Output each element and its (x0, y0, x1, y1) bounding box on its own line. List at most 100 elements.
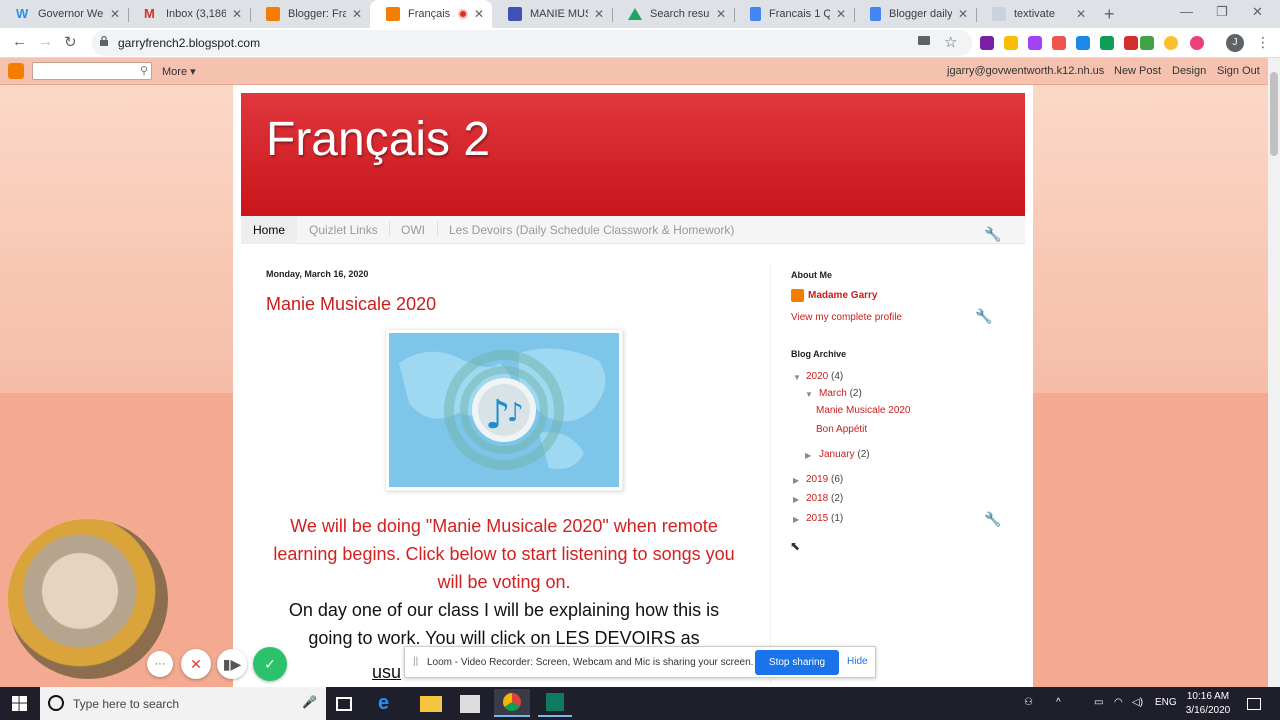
tab-4[interactable]: MANIE MUSICA ✕ (492, 0, 612, 28)
post-title[interactable]: Manie Musicale 2020 (266, 294, 436, 315)
edit-wrench-icon[interactable]: 🔧 (975, 308, 992, 325)
webcam-bubble[interactable] (8, 519, 168, 679)
blog-search-input[interactable]: ⚲ (32, 62, 152, 80)
tray-chevron-icon[interactable]: ^ (1056, 697, 1061, 708)
address-bar[interactable]: garryfrench2.blogspot.com ☆ (92, 30, 972, 56)
task-view-icon[interactable] (336, 697, 352, 711)
tab-5[interactable]: Search results - ✕ (612, 0, 734, 28)
loom-extension-icon[interactable] (1052, 36, 1066, 50)
volume-icon[interactable]: ◁) (1132, 697, 1143, 708)
extension-icon[interactable] (1028, 36, 1042, 50)
more-menu[interactable]: More ▾ (162, 65, 196, 78)
profile-avatar[interactable]: J (1226, 34, 1244, 52)
window-close-button[interactable]: ✕ (1252, 4, 1263, 20)
close-icon[interactable]: ✕ (474, 7, 484, 21)
search-icon[interactable]: ⚲ (140, 64, 148, 77)
archive-post-bon-appetit[interactable]: Bon Appétit (816, 424, 867, 435)
post-body-link[interactable]: usu (372, 662, 401, 683)
tab-1[interactable]: M Inbox (3,186) - ✕ (128, 0, 250, 28)
extension-icon[interactable] (1190, 36, 1204, 50)
blog-title[interactable]: Français 2 (266, 112, 490, 167)
wifi-icon[interactable]: ◠ (1114, 697, 1123, 708)
chrome-taskbar-icon[interactable] (494, 689, 530, 717)
scrollbar-thumb[interactable] (1270, 72, 1278, 156)
menu-icon[interactable]: ⋮ (1256, 34, 1270, 51)
tab-les-devoirs[interactable]: Les Devoirs (Daily Schedule Classwork & … (449, 223, 734, 237)
expand-triangle-icon[interactable]: ▶ (793, 515, 799, 524)
view-profile-link[interactable]: View my complete profile (791, 312, 902, 323)
tab-3-active[interactable]: Français 2 ✕ (370, 0, 492, 28)
expand-triangle-icon[interactable]: ▶ (805, 451, 811, 460)
notifications-icon[interactable] (1247, 698, 1261, 710)
close-icon[interactable]: ✕ (232, 7, 242, 21)
language-indicator[interactable]: ENG (1155, 697, 1177, 708)
loom-finish-button[interactable]: ✓ (253, 647, 287, 681)
system-clock[interactable]: 10:16 AM 3/16/2020 (1178, 690, 1238, 718)
collapse-triangle-icon[interactable]: ▼ (805, 390, 813, 399)
star-icon[interactable]: ☆ (944, 33, 957, 51)
design-link[interactable]: Design (1172, 65, 1206, 77)
new-tab-button[interactable]: + (1104, 4, 1115, 25)
people-icon[interactable]: ⚇ (1024, 697, 1033, 708)
stop-sharing-button[interactable]: Stop sharing (755, 650, 839, 675)
archive-march[interactable]: March (2) (819, 388, 862, 399)
forward-button[interactable]: → (38, 33, 53, 50)
blogger-logo-icon[interactable] (8, 63, 24, 79)
extension-icon[interactable] (1124, 36, 1138, 50)
collapse-triangle-icon[interactable]: ▼ (793, 373, 801, 382)
tab-6[interactable]: Francais 1 Qu'e ✕ (734, 0, 854, 28)
archive-2015[interactable]: 2015 (1) (806, 513, 843, 524)
close-icon[interactable]: ✕ (352, 7, 362, 21)
edge-icon[interactable]: e (378, 692, 400, 714)
profile-name-link[interactable]: Madame Garry (808, 290, 877, 301)
post-image[interactable]: ♪ ♪ (385, 329, 623, 491)
tab-2[interactable]: Blogger: Franç ✕ (250, 0, 370, 28)
edit-wrench-icon[interactable]: 🔧 (984, 226, 1001, 243)
extension-icon[interactable] (1140, 36, 1154, 50)
microphone-icon[interactable]: 🎤 (302, 695, 317, 709)
minimize-button[interactable]: — (1180, 4, 1193, 19)
extension-icon[interactable] (1076, 36, 1090, 50)
close-icon[interactable]: ✕ (110, 7, 120, 21)
close-icon[interactable]: ✕ (836, 7, 846, 21)
archive-post-manie-musicale[interactable]: Manie Musicale 2020 (816, 405, 911, 416)
loom-pause-button[interactable]: ▮▶ (217, 649, 247, 679)
edit-wrench-icon[interactable]: 🔧 (984, 511, 1001, 528)
close-icon[interactable]: ✕ (716, 7, 726, 21)
tab-7[interactable]: Blogger daily s ✕ (854, 0, 976, 28)
archive-2018[interactable]: 2018 (2) (806, 493, 843, 504)
extension-icon[interactable] (980, 36, 994, 50)
archive-2020[interactable]: 2020 (4) (806, 371, 843, 382)
archive-january[interactable]: January (2) (819, 449, 870, 460)
file-explorer-icon[interactable] (420, 696, 442, 712)
tab-quizlet-links[interactable]: Quizlet Links (309, 223, 378, 237)
chrome-extension-icon[interactable] (1164, 36, 1178, 50)
battery-icon[interactable]: ▭ (1094, 697, 1103, 708)
store-icon[interactable] (460, 695, 480, 713)
drive-extension-icon[interactable] (1004, 36, 1018, 50)
expand-triangle-icon[interactable]: ▶ (793, 495, 799, 504)
expand-triangle-icon[interactable]: ▶ (793, 476, 799, 485)
close-icon[interactable]: ✕ (1076, 7, 1086, 21)
new-post-link[interactable]: New Post (1114, 65, 1161, 77)
sign-out-link[interactable]: Sign Out (1217, 65, 1260, 77)
close-icon[interactable]: ✕ (958, 7, 968, 21)
archive-2019[interactable]: 2019 (6) (806, 474, 843, 485)
reload-button[interactable]: ↻ (64, 33, 77, 51)
drag-handle-icon[interactable]: || (413, 656, 418, 667)
camera-icon[interactable] (918, 36, 930, 45)
tab-home[interactable]: Home (241, 216, 298, 244)
loom-cancel-button[interactable]: ✕ (181, 649, 211, 679)
tab-owi[interactable]: OWI (401, 223, 425, 237)
tab-0[interactable]: W Governor Went ✕ (0, 0, 128, 28)
loom-more-button[interactable]: ··· (147, 651, 173, 677)
taskbar-search-input[interactable]: Type here to search 🎤 (40, 687, 326, 720)
close-icon[interactable]: ✕ (594, 7, 604, 21)
back-button[interactable]: ← (12, 33, 27, 50)
maximize-button[interactable]: ❐ (1216, 4, 1228, 20)
powerpoint-taskbar-icon[interactable] (538, 689, 572, 717)
hide-button[interactable]: Hide (847, 656, 868, 667)
classroom-extension-icon[interactable] (1100, 36, 1114, 50)
tab-8[interactable]: textivate ✕ (976, 0, 1094, 28)
windows-start-icon[interactable] (12, 696, 27, 711)
